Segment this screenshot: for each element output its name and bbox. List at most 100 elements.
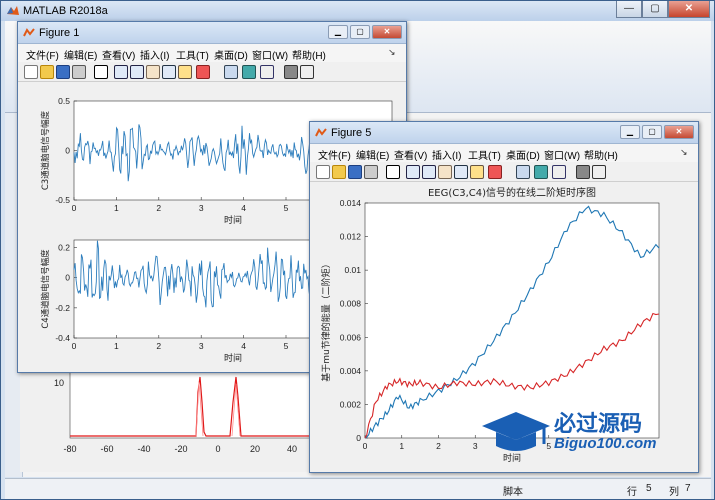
c4-plot-ytick-label: 0.2 (58, 243, 70, 253)
status-col-label: 列 (669, 487, 679, 498)
c3-plot-xtick-label: 2 (156, 203, 161, 213)
open-folder-icon[interactable] (332, 165, 346, 179)
dock-arrow-icon[interactable]: ↘ (680, 147, 688, 158)
figure-1-close-button[interactable]: ✕ (372, 25, 402, 39)
minimize-button[interactable]: — (616, 1, 642, 18)
energy-ytick-label: 0.002 (340, 399, 362, 409)
status-row-value: 5 (646, 483, 652, 494)
figure-5-maximize-button[interactable]: ▢ (642, 125, 662, 139)
print-icon[interactable] (72, 65, 86, 79)
c3-plot-xtick-label: 3 (199, 203, 204, 213)
print-icon[interactable] (364, 165, 378, 179)
rotate-icon[interactable] (162, 65, 176, 79)
zoom-in-icon[interactable] (406, 165, 420, 179)
energy-ytick-label: 0.01 (344, 265, 361, 275)
menu-item-4[interactable]: 工具(T) (468, 147, 501, 162)
zoom-out-icon[interactable] (422, 165, 436, 179)
property-editor-icon[interactable] (300, 65, 314, 79)
maximize-button[interactable]: ▢ (642, 1, 668, 18)
pan-icon[interactable] (438, 165, 452, 179)
menu-item-6[interactable]: 窗口(W) (544, 147, 580, 162)
menu-item-3[interactable]: 插入(I) (140, 47, 169, 62)
status-script-label: 脚本 (503, 487, 523, 498)
menu-item-7[interactable]: 帮助(H) (584, 147, 618, 162)
rotate-icon[interactable] (454, 165, 468, 179)
menu-item-1[interactable]: 编辑(E) (356, 147, 389, 162)
menu-item-7[interactable]: 帮助(H) (292, 47, 326, 62)
status-bar: 脚本 行 5 列 7 (5, 478, 711, 499)
spectrum-xtick-label: 20 (250, 444, 260, 454)
save-icon[interactable] (348, 165, 362, 179)
energy-ytick-label: 0.006 (340, 332, 362, 342)
energy-xtick-label: 1 (399, 441, 404, 451)
data-cursor-icon[interactable] (178, 65, 192, 79)
spectrum-plot: 10 -80 -60 -40 -20 0 20 40 (54, 371, 321, 454)
c4-plot-xtick-label: 0 (72, 341, 77, 351)
close-button[interactable]: ✕ (668, 1, 710, 18)
watermark-url: Biguo100.com (554, 435, 657, 452)
hide-tools-icon[interactable] (284, 65, 298, 79)
pan-icon[interactable] (146, 65, 160, 79)
colorbar-icon[interactable] (242, 65, 256, 79)
menu-item-5[interactable]: 桌面(D) (214, 47, 248, 62)
new-file-icon[interactable] (24, 65, 38, 79)
colorbar-icon[interactable] (534, 165, 548, 179)
c4-plot-xtick-label: 1 (114, 341, 119, 351)
figure-5-menubar: 文件(F) 编辑(E) 查看(V) 插入(I) 工具(T) 桌面(D) 窗口(W) 帮助(H)… (310, 144, 698, 162)
c3-plot-xtick-label: 4 (241, 203, 246, 213)
save-icon[interactable] (56, 65, 70, 79)
zoom-out-icon[interactable] (130, 65, 144, 79)
property-editor-icon[interactable] (592, 165, 606, 179)
figure-5-close-button[interactable]: ✕ (664, 125, 694, 139)
brush-icon[interactable] (488, 165, 502, 179)
figure-1-maximize-button[interactable]: ▢ (350, 25, 370, 39)
energy-ytick-label: 0.012 (340, 232, 362, 242)
pointer-icon[interactable] (386, 165, 400, 179)
link-icon[interactable] (516, 165, 530, 179)
c4-plot-ylabel: C4通道脑电信号幅度 (40, 249, 51, 329)
energy-axes (364, 202, 660, 439)
c4-plot-ytick-label: 0 (65, 273, 70, 283)
c4-plot-xtick-label: 4 (241, 341, 246, 351)
c3-plot-ytick-label: 0 (65, 146, 70, 156)
brush-icon[interactable] (196, 65, 210, 79)
menu-item-0[interactable]: 文件(F) (318, 147, 351, 162)
menu-item-2[interactable]: 查看(V) (102, 47, 135, 62)
watermark-title: 必过源码 (554, 412, 643, 437)
watermark-logo: 必过源码 Biguo100.com (478, 404, 678, 460)
figure-1-window-controls: ▁ ▢ ✕ (328, 25, 402, 39)
figure-5-title: Figure 5 (331, 127, 372, 139)
new-file-icon[interactable] (316, 165, 330, 179)
menu-item-0[interactable]: 文件(F) (26, 47, 59, 62)
figure-5-minimize-button[interactable]: ▁ (620, 125, 640, 139)
legend-icon[interactable] (552, 165, 566, 179)
figure-1-toolbar (18, 62, 406, 82)
energy-ytick-label: 0.004 (340, 366, 362, 376)
energy-ylabel: 基于mu节律的能量（二阶矩） (320, 259, 332, 381)
c3-plot-xtick-label: 0 (72, 203, 77, 213)
menu-item-6[interactable]: 窗口(W) (252, 47, 288, 62)
spectrum-xticks: -80 -60 -40 -20 0 20 40 (63, 444, 297, 454)
open-folder-icon[interactable] (40, 65, 54, 79)
link-icon[interactable] (224, 65, 238, 79)
zoom-in-icon[interactable] (114, 65, 128, 79)
status-row-label: 行 (627, 487, 637, 498)
data-cursor-icon[interactable] (470, 165, 484, 179)
dock-arrow-icon[interactable]: ↘ (388, 47, 396, 58)
hide-tools-icon[interactable] (576, 165, 590, 179)
menu-item-2[interactable]: 查看(V) (394, 147, 427, 162)
spectrum-xtick-label: -40 (137, 444, 150, 454)
menu-item-5[interactable]: 桌面(D) (506, 147, 540, 162)
menu-item-4[interactable]: 工具(T) (176, 47, 209, 62)
spectrum-xtick-label: -80 (63, 444, 76, 454)
menu-item-3[interactable]: 插入(I) (432, 147, 461, 162)
menu-item-1[interactable]: 编辑(E) (64, 47, 97, 62)
figure-1-minimize-button[interactable]: ▁ (328, 25, 348, 39)
c4-plot-xlabel: 时间 (224, 352, 242, 364)
c4-plot-xtick-label: 5 (284, 341, 289, 351)
c3-plot-xtick-label: 1 (114, 203, 119, 213)
spectrum-xtick-label: 40 (287, 444, 297, 454)
pointer-icon[interactable] (94, 65, 108, 79)
figure-5-title-bar: Figure 5 ▁ ▢ ✕ (310, 122, 698, 144)
legend-icon[interactable] (260, 65, 274, 79)
